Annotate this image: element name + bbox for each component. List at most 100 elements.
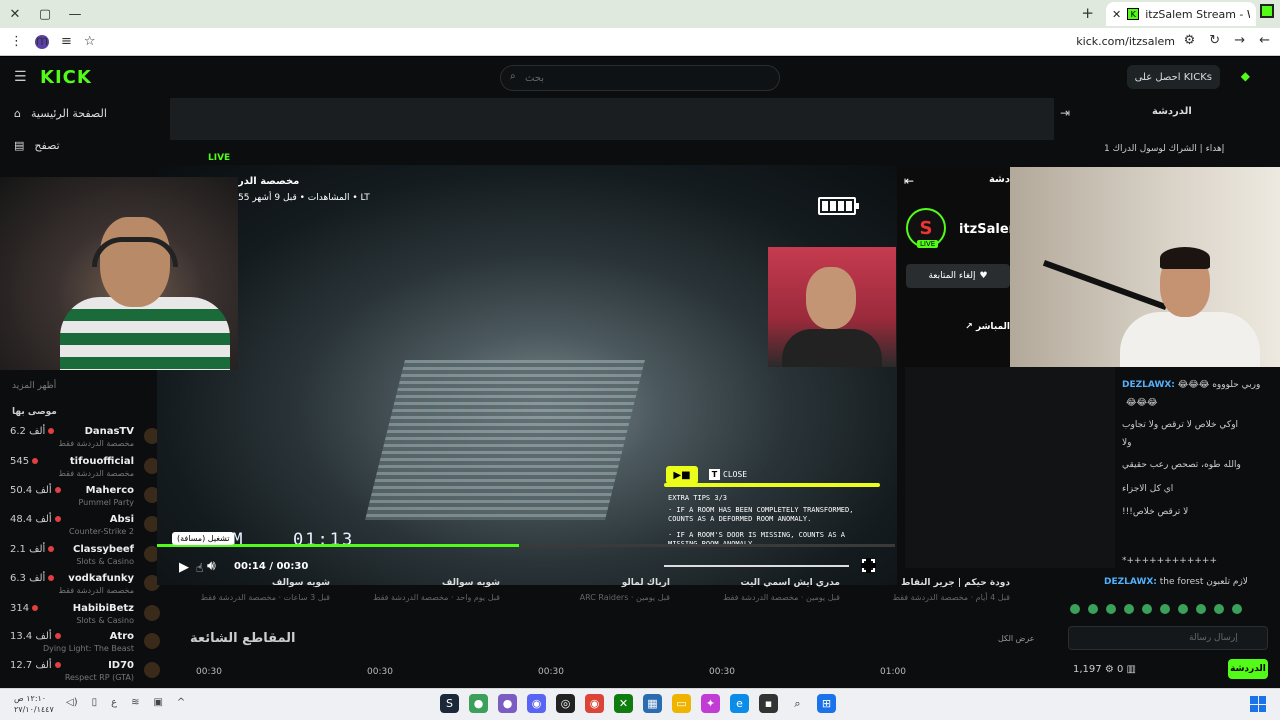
- volume-icon[interactable]: 🔊︎: [207, 558, 216, 574]
- taskbar-clock[interactable]: ١٢:١٠ ص ٢٧/١٠/١٤٤٧: [14, 693, 54, 715]
- emote-icon[interactable]: [1232, 604, 1242, 614]
- channel-item[interactable]: 48.4 ألف Absi Counter-Strike 2: [10, 514, 160, 542]
- play-icon[interactable]: ▶: [179, 560, 189, 575]
- viewer-count: 12.7 ألف: [10, 660, 52, 671]
- avatar: [144, 662, 160, 678]
- close-window-button[interactable]: ✕: [0, 0, 30, 28]
- hamburger-icon[interactable]: ☰: [14, 69, 27, 85]
- collapse-icon[interactable]: ⇤: [904, 174, 914, 188]
- network-tray-icon[interactable]: ▯: [92, 697, 98, 708]
- sidebar-item-home[interactable]: ⌂ الصفحة الرئيسية: [14, 107, 107, 120]
- channel-item[interactable]: 6.2 ألف DanasTV مخصصة الدردشة فقط: [10, 426, 160, 454]
- steam-icon[interactable]: S: [440, 694, 459, 713]
- tab-title: itzSalem Stream - Watch Li: [1145, 7, 1250, 21]
- emote-icon[interactable]: [1142, 604, 1152, 614]
- obs-icon[interactable]: ◎: [556, 694, 575, 713]
- clip-duration: 00:30: [538, 667, 564, 677]
- unfollow-button[interactable]: إلغاء المتابعة ♥: [906, 264, 1010, 288]
- windows-start-icon[interactable]: ⊞: [817, 694, 836, 713]
- live-dot-icon: [48, 575, 55, 581]
- chrome-icon[interactable]: ◉: [585, 694, 604, 713]
- language-tray-icon[interactable]: ع: [111, 697, 117, 708]
- wifi-tray-icon[interactable]: ≋: [131, 697, 139, 708]
- viewer-count: 6.2 ألف: [10, 426, 46, 437]
- menu-dots-icon[interactable]: ⋮: [10, 34, 23, 49]
- nested-browser-capture: [170, 98, 1054, 140]
- chat-username[interactable]: DEZLAWX:: [1104, 577, 1157, 587]
- emote-icon[interactable]: [1124, 604, 1134, 614]
- game-loading-line: [664, 565, 849, 567]
- emote-icon[interactable]: [1070, 604, 1080, 614]
- edge-icon[interactable]: e: [730, 694, 749, 713]
- emote-icon[interactable]: [1106, 604, 1116, 614]
- store-icon[interactable]: ▦: [643, 694, 662, 713]
- sidebar-item-browse[interactable]: ▤ تصفح: [14, 139, 60, 152]
- channel-item[interactable]: 50.4 ألف Maherco Pummel Party: [10, 485, 160, 513]
- fullscreen-icon[interactable]: [861, 558, 876, 573]
- bookmark-star-icon[interactable]: ☆: [84, 34, 96, 49]
- extensions-icon[interactable]: ≡: [61, 34, 72, 49]
- channel-name: HabibiBetz: [72, 603, 134, 614]
- kick-logo[interactable]: KICK: [40, 67, 92, 88]
- emote-icon[interactable]: [1160, 604, 1170, 614]
- chat-send-button[interactable]: الدردشة: [1228, 659, 1268, 679]
- profile-avatar[interactable]: m: [35, 34, 49, 49]
- get-kicks-button[interactable]: احصل على KICKs: [1126, 65, 1220, 89]
- xbox-icon[interactable]: ✕: [614, 694, 633, 713]
- tray-app-icon[interactable]: ▣: [153, 697, 162, 708]
- sidebar-item-label: الصفحة الرئيسية: [30, 107, 107, 120]
- channel-item[interactable]: 12.7 ألف ID70 Respect RP (GTA): [10, 660, 160, 688]
- minimize-window-button[interactable]: —: [60, 0, 90, 28]
- search-icon: ⌕: [510, 71, 516, 82]
- site-settings-icon[interactable]: ⚙: [1184, 33, 1196, 48]
- forward-icon[interactable]: →: [1234, 33, 1245, 48]
- taskbar-apps: S ● ● ◉ ◎ ◉ ✕ ▦ ▭ ✦ e ▪ ⌕ ⊞: [440, 694, 836, 713]
- search-input[interactable]: ⌕ بحث: [500, 65, 780, 91]
- chat-username[interactable]: DEZLAWX:: [1122, 380, 1175, 390]
- viewer-count: 6.3 ألف: [10, 573, 46, 584]
- chat-input[interactable]: إرسال رسالة: [1068, 626, 1268, 650]
- chat-message: DEZLAWX: the forest لازم تلعبون: [1104, 577, 1248, 587]
- channel-item[interactable]: 2.1 ألف Classybeef Slots & Casino: [10, 544, 160, 572]
- see-all-link[interactable]: عرض الكل: [998, 634, 1035, 643]
- chrome-profile-purple-icon[interactable]: ●: [498, 694, 517, 713]
- back-icon[interactable]: ←: [1259, 33, 1270, 48]
- channel-item[interactable]: 6.3 ألف vodkafunky مخصصة الدردشة فقط: [10, 573, 160, 601]
- count-value: 0: [1116, 664, 1124, 675]
- emote-icon[interactable]: [1196, 604, 1206, 614]
- volume-tray-icon[interactable]: ◁): [66, 697, 78, 708]
- channel-item[interactable]: 314 HabibiBetz Slots & Casino: [10, 603, 160, 631]
- chevron-up-icon[interactable]: ^: [177, 697, 185, 708]
- show-more-link[interactable]: أظهر المزيد: [12, 381, 56, 391]
- app-icon[interactable]: ▪: [759, 694, 778, 713]
- chrome-profile-green-icon[interactable]: ●: [469, 694, 488, 713]
- video-progress-bar[interactable]: [157, 544, 895, 547]
- go-live-link[interactable]: ↗ المباشر: [965, 322, 1010, 332]
- channel-item[interactable]: 13.4 ألف Atro Dying Light: The Beast: [10, 631, 160, 659]
- browser-tabbar: ✕ ▢ — + ✕ K itzSalem Stream - Watch Li: [0, 0, 1280, 28]
- channel-item[interactable]: 545 tifouofficial مخصصة الدردشة فقط: [10, 456, 160, 484]
- chat-collapse-icon[interactable]: ⇥: [1060, 106, 1070, 120]
- browser-tab[interactable]: ✕ K itzSalem Stream - Watch Li: [1106, 2, 1256, 26]
- maximize-window-button[interactable]: ▢: [30, 0, 60, 28]
- viewer-count: 545: [10, 456, 30, 467]
- emote-icon[interactable]: [1088, 604, 1098, 614]
- copilot-icon[interactable]: ✦: [701, 694, 720, 713]
- emote-icon[interactable]: [1178, 604, 1188, 614]
- new-tab-button[interactable]: +: [1081, 4, 1094, 22]
- channel-category: Pummel Party: [78, 498, 134, 507]
- kicks-gem-icon[interactable]: ◆: [1241, 69, 1250, 83]
- file-explorer-icon[interactable]: ▭: [672, 694, 691, 713]
- close-tab-icon[interactable]: ✕: [1112, 8, 1121, 21]
- discord-icon[interactable]: ◉: [527, 694, 546, 713]
- viewer-count: 48.4 ألف: [10, 514, 52, 525]
- search-taskbar-icon[interactable]: ⌕: [788, 694, 807, 713]
- chat-message-text: the forest لازم تلعبون: [1159, 577, 1248, 587]
- go-live-label: المباشر: [975, 322, 1010, 332]
- widgets-icon[interactable]: [1250, 696, 1266, 712]
- url-field[interactable]: kick.com/itzsalem: [1076, 35, 1175, 48]
- close-key-hint: T: [709, 469, 720, 480]
- reload-icon[interactable]: ↻: [1209, 33, 1220, 48]
- channel-category: مخصصة الدردشة فقط: [58, 439, 134, 448]
- emote-icon[interactable]: [1214, 604, 1224, 614]
